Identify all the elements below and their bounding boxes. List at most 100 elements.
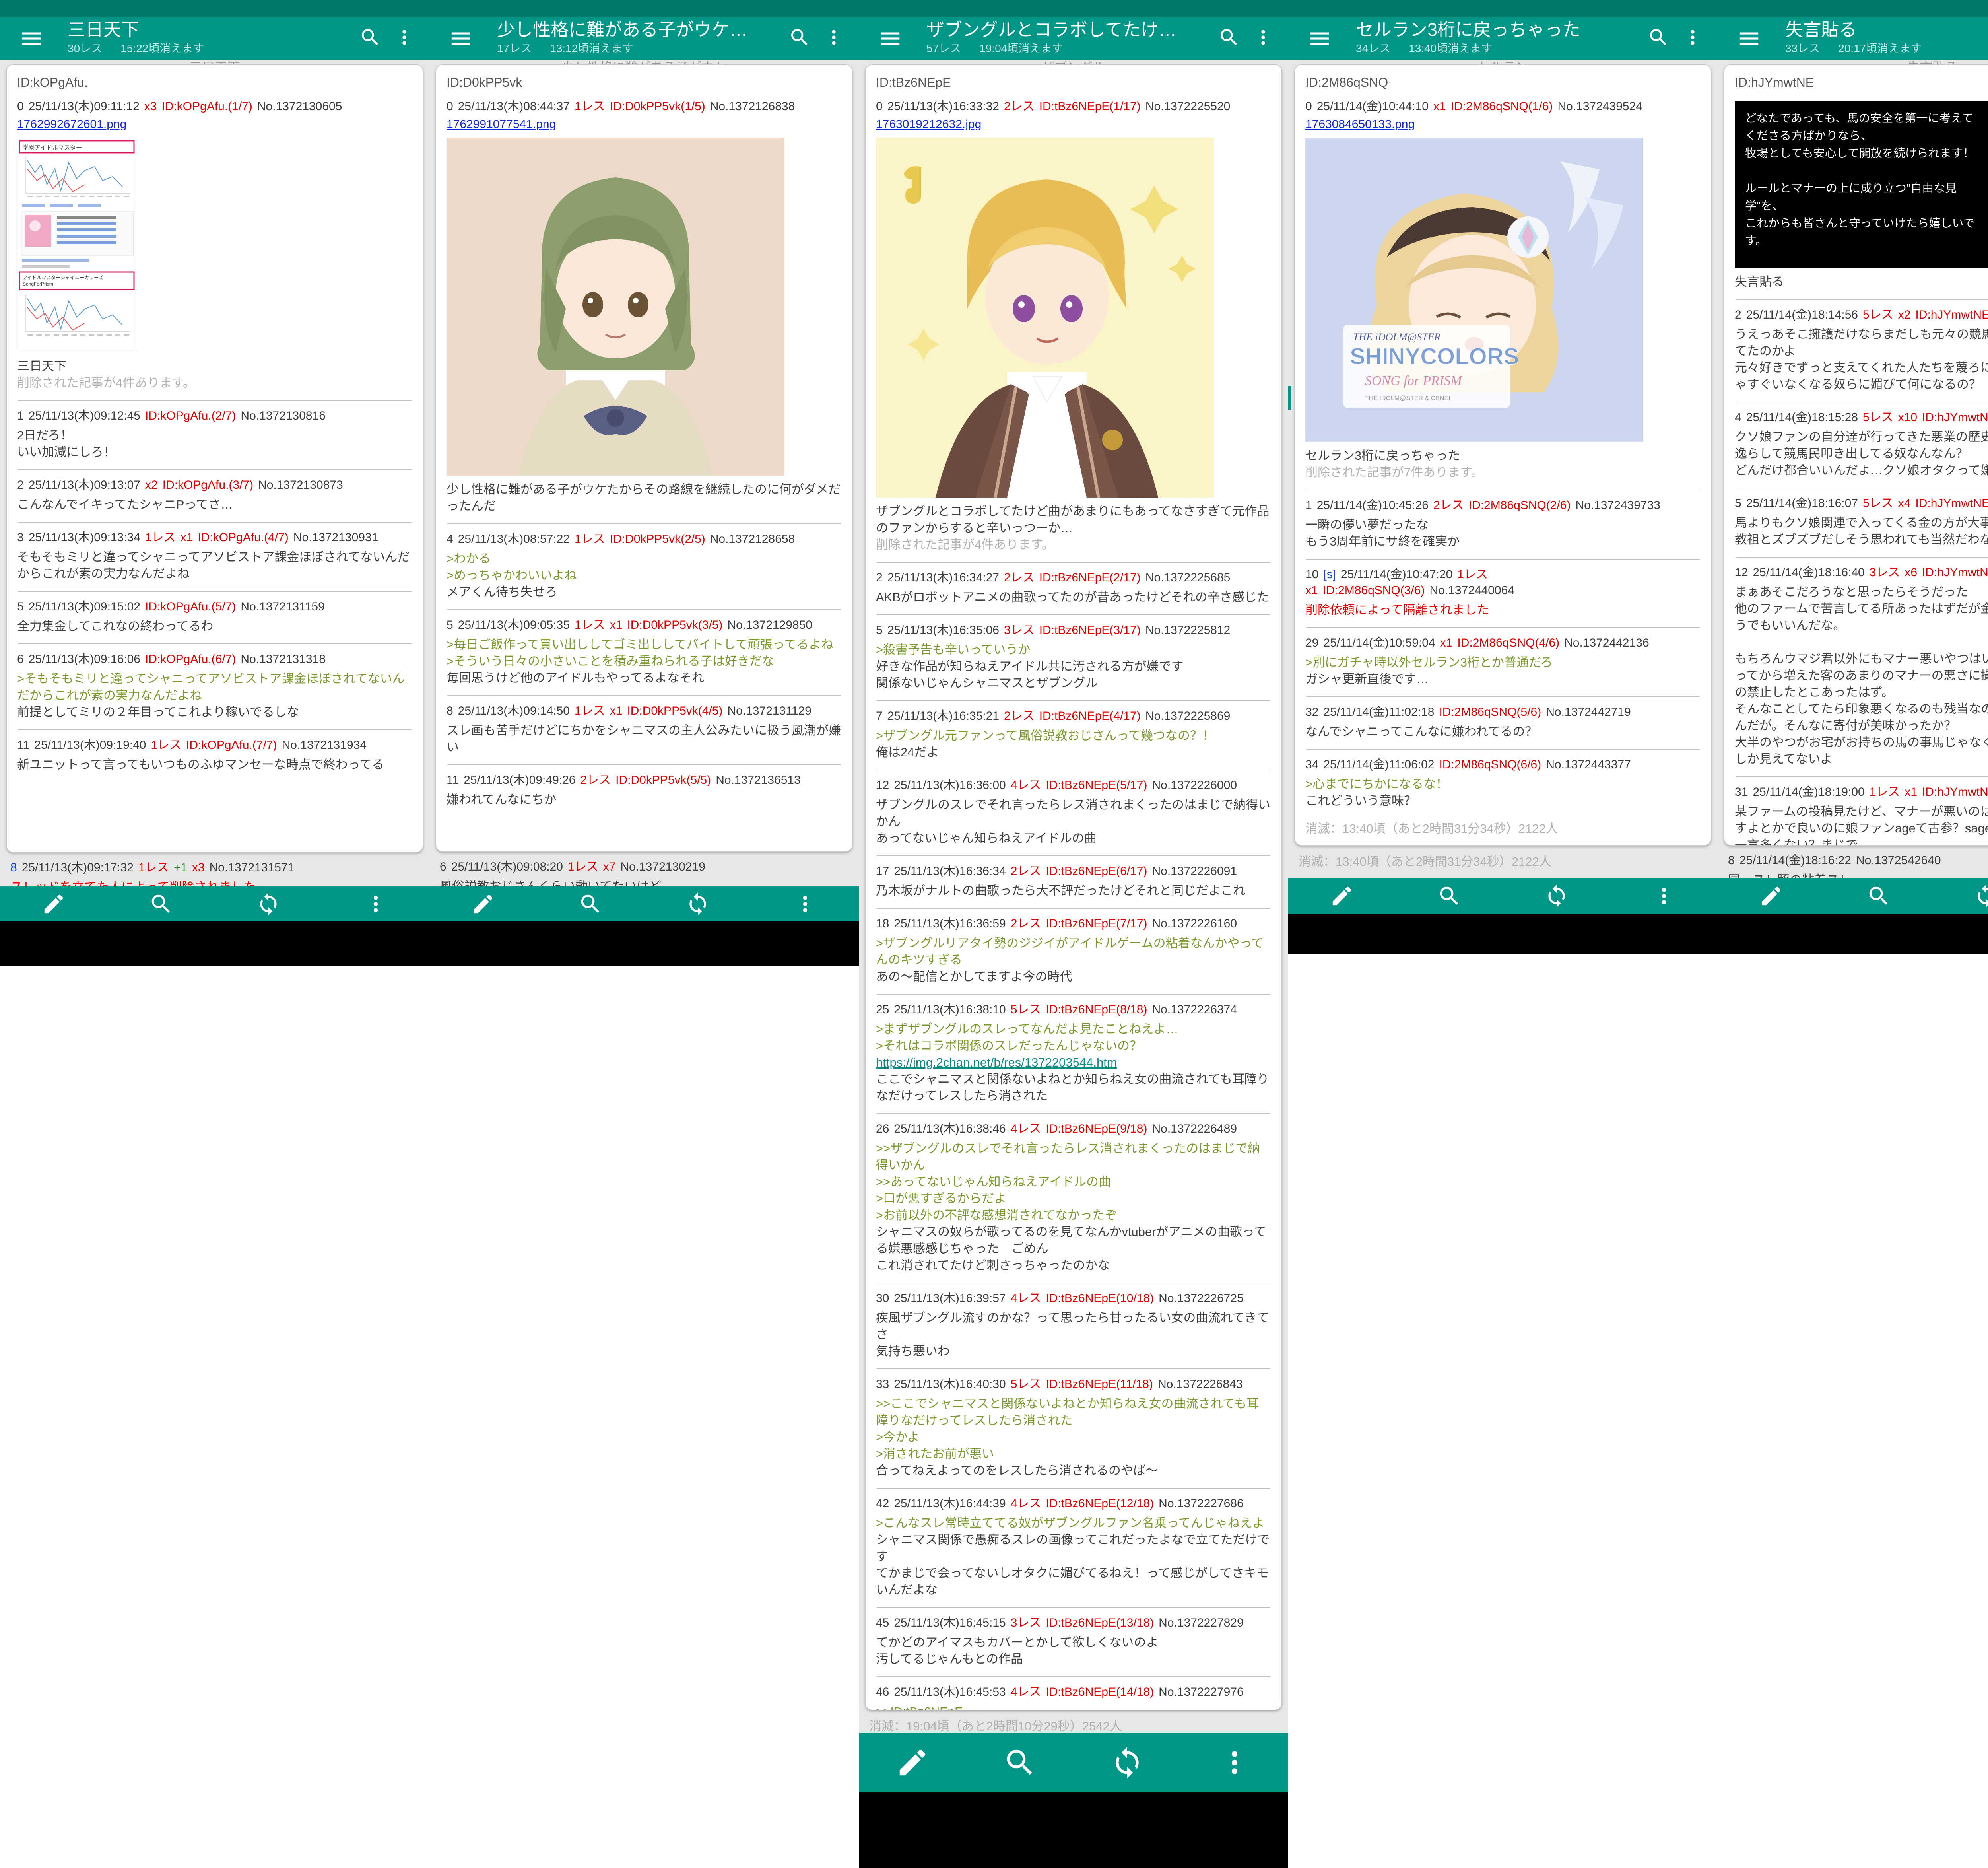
post-no[interactable]: No.1372226091 [1152,865,1237,878]
post-no[interactable]: No.1372225869 [1145,709,1231,723]
refresh-button[interactable] [1503,878,1610,914]
poster-id[interactable]: ID:tBz6NEpE(3/17) [1039,624,1141,637]
post-image-thumbnail[interactable] [447,138,842,476]
post-number[interactable]: 45 [876,1616,889,1629]
post-number[interactable]: 5 [17,600,24,613]
post-number[interactable]: 2 [17,478,24,492]
search-icon[interactable] [1641,23,1675,52]
post-number[interactable]: 5 [447,618,453,632]
post-no[interactable]: No.1372439733 [1575,499,1660,512]
reply-count[interactable]: 5レス [1863,497,1893,510]
post-number[interactable]: 10 [1305,568,1318,581]
post-number[interactable]: 0 [17,100,24,113]
post-number[interactable]: 46 [876,1685,889,1699]
post-number[interactable]: 4 [1735,411,1741,424]
post-no[interactable]: No.1372225685 [1145,571,1231,584]
quote-line[interactable]: >それはコラボ関係のスレだったんじゃないの？ [876,1038,1271,1054]
menu-icon[interactable] [1737,26,1765,51]
poster-id[interactable]: ID:2M86qSNQ(2/6) [1469,499,1571,512]
reply-count[interactable]: 1レス [575,533,605,546]
post-number[interactable]: 3 [17,531,24,544]
file-link[interactable]: 1762991077541.png [447,118,556,131]
reply-count[interactable]: 2レス [580,774,611,787]
poster-id[interactable]: ID:2M86qSNQ(4/6) [1457,636,1559,649]
poster-id[interactable]: ID:tBz6NEpE(5/17) [1046,779,1147,792]
quote-line[interactable]: >わかる [447,550,842,567]
poster-id[interactable]: ID:D0kPP5vk(1/5) [610,100,705,113]
poster-id[interactable]: ID:tBz6NEpE(10/18) [1046,1292,1154,1305]
poster-id[interactable]: ID:D0kPP5vk(5/5) [615,774,711,787]
overflow-button[interactable] [1610,878,1718,914]
quote-line[interactable]: >そういう日々の小さいことを積み重ねられる子は好きだな [447,653,842,670]
soudane-flag[interactable]: [s] [1323,568,1336,581]
overflow-icon[interactable] [1246,23,1280,52]
quote-line[interactable]: >そもそもミリと違ってシャニってアソビストア課金ほぼされてないんだからこれが素の… [17,671,412,704]
overflow-button[interactable] [1181,1733,1288,1792]
post-no[interactable]: No.1372442719 [1546,706,1631,719]
poster-id[interactable]: ID:tBz6NEpE(12/18) [1046,1497,1154,1510]
post-number[interactable]: 0 [447,100,453,113]
reply-count[interactable]: 2レス [1011,865,1041,878]
file-link[interactable]: 1763084650133.png [1305,118,1415,131]
thread-card[interactable]: ID:D0kPP5vk025/11/13(木)08:44:371レスID:D0k… [436,64,852,852]
post-number[interactable]: 25 [876,1003,889,1016]
search-button[interactable] [107,886,215,921]
quote-line[interactable]: >お前以外の不評な感想消されてなかったぞ [876,1207,1271,1224]
poster-id[interactable]: ID:hJYmwtNE(3/6) [1922,411,1988,424]
post-no[interactable]: No.1372226000 [1152,779,1237,792]
search-button[interactable] [1825,878,1932,914]
post-no[interactable]: No.1372126838 [710,100,795,113]
refresh-button[interactable] [1074,1733,1181,1792]
poster-id[interactable]: ID:tBz6NEpE(6/17) [1046,865,1147,878]
poster-id[interactable]: ID:2M86qSNQ(3/6) [1323,584,1425,597]
reply-count[interactable]: 4レス [1011,1685,1041,1699]
poster-id[interactable]: ID:tBz6NEpE(7/17) [1046,917,1147,930]
post-image-thumbnail[interactable]: どなたであっても、馬の安全を第一に考えて くださる方ばかりなら、 牧場としても安… [1735,101,1988,268]
quote-line[interactable]: >>ID:tBz6NEpE [876,1703,1271,1710]
quote-line[interactable]: >こんなスレ常時立ててる奴がザブングルファン名乗ってんじゃねえよ [876,1515,1271,1532]
poster-id[interactable]: ID:kOPgAfu.(6/7) [145,653,236,666]
quote-line[interactable]: >心までにちかになるな！ [1305,776,1701,793]
post-no[interactable]: No.1372227686 [1159,1497,1244,1510]
post-number[interactable]: 17 [876,865,889,878]
reply-count[interactable]: 1レス [1870,785,1900,799]
post-number[interactable]: 12 [876,779,889,792]
quote-line[interactable]: >ザブングルリアタイ勢のジジイがアイドルゲームの粘着なんかやってんのキツすぎる [876,935,1271,968]
post-no[interactable]: No.1372128658 [710,533,795,546]
post-no[interactable]: No.1372226843 [1158,1378,1243,1391]
post-number[interactable]: 30 [876,1292,889,1305]
poster-id[interactable]: ID:2M86qSNQ(5/6) [1439,706,1541,719]
post-number[interactable]: 6 [440,860,447,873]
post-number[interactable]: 0 [876,100,883,113]
thread-card[interactable]: ID:kOPgAfu.025/11/13(木)09:11:12x3ID:kOPg… [6,64,423,853]
search-button[interactable] [1396,878,1503,914]
post-no[interactable]: No.1372129850 [727,618,812,632]
post-number[interactable]: 4 [447,533,453,546]
search-button[interactable] [537,886,644,921]
poster-id[interactable]: ID:hJYmwtNE(5/6) [1922,566,1988,579]
thread-card[interactable]: ID:tBz6NEpE025/11/13(木)16:33:322レスID:tBz… [865,64,1282,1710]
refresh-button[interactable] [1932,878,1988,914]
poster-id[interactable]: ID:tBz6NEpE(9/18) [1046,1122,1147,1135]
compose-button[interactable] [429,886,537,921]
reply-count[interactable]: 1レス [575,704,605,717]
quote-line[interactable]: >>ここでシャニマスと関係ないよねとか知らねえ女の曲流されても耳障りなだけってレ… [876,1396,1271,1429]
post-no[interactable]: No.1372226160 [1152,917,1237,930]
post-number[interactable]: 11 [447,774,459,787]
reply-count[interactable]: 5レス [1863,308,1893,321]
file-link[interactable]: 1762992672601.png [17,118,126,131]
overflow-icon[interactable] [817,23,851,52]
refresh-button[interactable] [644,886,751,921]
poster-id[interactable]: ID:hJYmwtNE(4/6) [1915,497,1988,510]
poster-id[interactable]: ID:kOPgAfu.(1/7) [161,100,252,113]
poster-id[interactable]: ID:kOPgAfu.(4/7) [198,531,288,544]
post-no[interactable]: No.1372131934 [282,739,367,752]
post-no[interactable]: No.1372130605 [257,100,342,113]
post-no[interactable]: No.1372131159 [241,600,324,613]
post-no[interactable]: No.1372225812 [1145,624,1231,637]
poster-id[interactable]: ID:D0kPP5vk(2/5) [610,533,705,546]
reply-count[interactable]: 1レス [145,531,176,544]
post-number[interactable]: 29 [1305,636,1318,649]
post-number[interactable]: 2 [876,571,883,584]
poster-id[interactable]: ID:D0kPP5vk(3/5) [627,618,722,632]
